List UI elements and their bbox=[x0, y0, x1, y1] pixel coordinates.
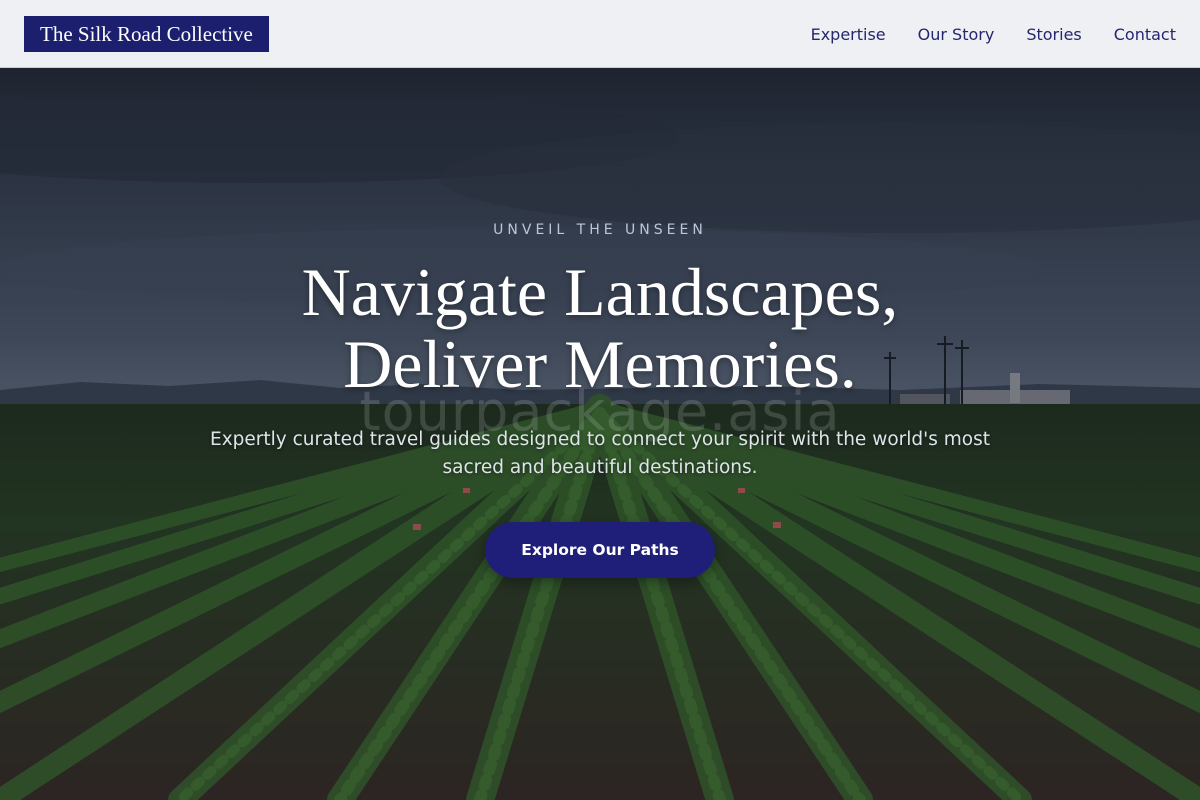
brand-logo[interactable]: The Silk Road Collective bbox=[24, 16, 269, 52]
hero-headline-line-1: Navigate Landscapes, bbox=[301, 254, 899, 330]
nav-link-our-story[interactable]: Our Story bbox=[918, 25, 995, 44]
main-nav: Expertise Our Story Stories Contact bbox=[779, 0, 1176, 68]
hero-section: tourpackage.asia UNVEIL THE UNSEEN Navig… bbox=[0, 68, 1200, 800]
hero-eyebrow: UNVEIL THE UNSEEN bbox=[493, 222, 707, 238]
nav-link-contact[interactable]: Contact bbox=[1114, 25, 1176, 44]
nav-link-stories[interactable]: Stories bbox=[1026, 25, 1081, 44]
explore-paths-button[interactable]: Explore Our Paths bbox=[485, 522, 715, 578]
nav-link-expertise[interactable]: Expertise bbox=[811, 25, 886, 44]
hero-subtitle: Expertly curated travel guides designed … bbox=[210, 429, 990, 478]
hero-headline: Navigate Landscapes, Deliver Memories. bbox=[0, 256, 1200, 400]
hero-headline-line-2: Deliver Memories. bbox=[343, 326, 857, 402]
site-header: The Silk Road Collective Expertise Our S… bbox=[0, 0, 1200, 68]
